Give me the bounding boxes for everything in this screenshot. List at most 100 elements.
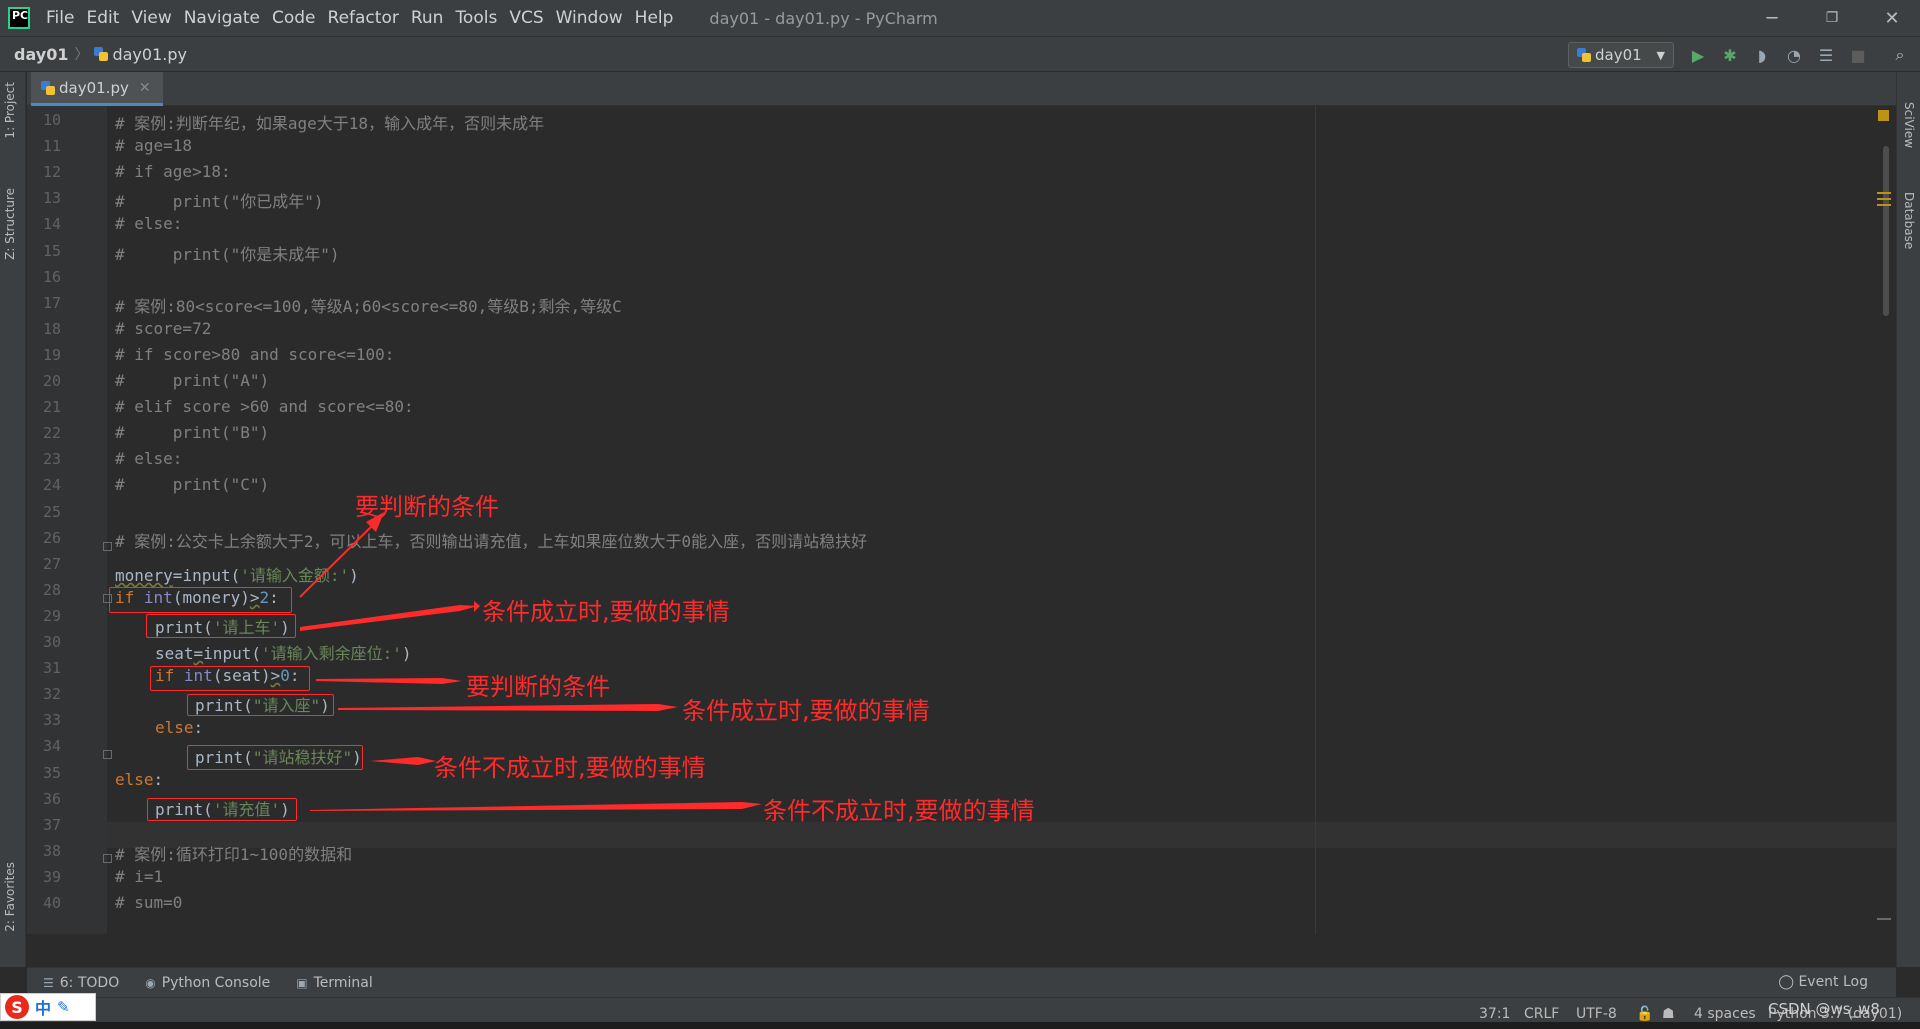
scroll-mark[interactable] (1877, 918, 1891, 920)
annotation-box-outer-false (147, 798, 297, 821)
fold-marker-icon[interactable] (103, 854, 112, 863)
minimize-button[interactable]: ─ (1744, 0, 1800, 36)
search-icon[interactable]: ⌕ (1890, 45, 1910, 65)
favorites-tool-tab[interactable]: 2: Favorites (3, 862, 17, 932)
python-icon (1577, 48, 1591, 62)
scroll-warning-mark[interactable] (1877, 204, 1891, 206)
line-number: 34 (42, 737, 61, 756)
line-number: 26 (42, 528, 61, 547)
line-number: 25 (42, 502, 61, 521)
python-console-tool-button[interactable]: ◉ Python Console (145, 975, 270, 991)
code-line: # print("B") (115, 423, 270, 443)
python-console-icon: ◉ (145, 975, 156, 990)
menu-window[interactable]: Window (550, 0, 629, 36)
code-line-30: seat=input('请输入剩余座位:') (155, 644, 412, 663)
line-number: 35 (42, 763, 61, 782)
menu-help[interactable]: Help (629, 0, 680, 36)
fold-marker-icon[interactable] (103, 750, 112, 759)
editor-tab-day01[interactable]: day01.py ✕ (31, 72, 163, 106)
fold-marker-icon[interactable] (103, 542, 112, 551)
run-icon[interactable]: ▶ (1688, 45, 1708, 65)
input-method-toolbar[interactable]: S 中 ✎ (0, 993, 96, 1021)
stop-icon[interactable]: ■ (1848, 45, 1868, 65)
line-number: 30 (42, 633, 61, 651)
concurrency-icon[interactable]: ☰ (1816, 45, 1836, 65)
line-number: 10 (42, 111, 61, 129)
inspection-status-icon[interactable] (1878, 110, 1889, 121)
left-tool-strip: 1: Project Z: Structure 2: Favorites (0, 72, 26, 967)
structure-tool-tab[interactable]: Z: Structure (3, 188, 17, 260)
database-tool-tab[interactable]: Database (1902, 192, 1916, 249)
breadcrumb-file-label: day01.py (112, 44, 187, 64)
readonly-lock-icon[interactable]: 🔓 (1636, 1006, 1653, 1022)
run-configuration-select[interactable]: day01 ▼ (1568, 42, 1674, 68)
title-bar: PC File Edit View Navigate Code Refactor… (0, 0, 1920, 36)
code-line: # print("你是未成年") (115, 244, 340, 264)
debug-icon[interactable]: ✱ (1720, 45, 1740, 65)
window-title: day01 - day01.py - PyCharm (709, 8, 938, 28)
caret-position[interactable]: 37:1 (1479, 1006, 1510, 1022)
scroll-warning-mark[interactable] (1877, 198, 1891, 200)
editor-scrollbar-thumb[interactable] (1883, 146, 1889, 316)
right-margin-guide (1315, 106, 1316, 934)
terminal-tool-button[interactable]: ▣ Terminal (296, 975, 373, 991)
code-line: # print("C") (115, 475, 270, 495)
pycharm-logo-icon[interactable]: PC (8, 7, 30, 29)
annotation-label-inner-true: 条件成立时,要做的事情 (682, 697, 930, 725)
menu-refactor[interactable]: Refactor (322, 0, 405, 36)
code-line: # else: (115, 214, 183, 234)
line-number: 22 (42, 424, 61, 443)
close-tab-icon[interactable]: ✕ (139, 80, 151, 96)
ime-language-indicator[interactable]: 中 (35, 995, 51, 1019)
restore-button[interactable]: ❐ (1804, 0, 1860, 36)
code-line: # sum=0 (115, 893, 183, 912)
coverage-icon[interactable]: ◗ (1752, 45, 1772, 65)
code-line: # score=72 (115, 318, 212, 338)
code-line-35: else: (115, 770, 164, 789)
menu-view[interactable]: View (125, 0, 177, 36)
menu-navigate[interactable]: Navigate (178, 0, 266, 36)
profile-icon[interactable]: ◔ (1784, 45, 1804, 65)
taskbar-edge (0, 1022, 1920, 1029)
menu-file[interactable]: File (40, 0, 80, 36)
menu-vcs[interactable]: VCS (503, 0, 549, 36)
line-number: 24 (42, 476, 61, 495)
todo-tool-button[interactable]: ☰ 6: TODO (43, 975, 119, 991)
code-line: # if age>18: (115, 162, 231, 182)
sciview-tool-tab[interactable]: SciView (1902, 102, 1916, 148)
chevron-down-icon: ▼ (1656, 48, 1665, 62)
inspector-icon[interactable]: ☗ (1662, 1006, 1675, 1022)
line-separator[interactable]: CRLF (1524, 1006, 1559, 1022)
menu-edit[interactable]: Edit (80, 0, 125, 36)
menu-code[interactable]: Code (266, 0, 322, 36)
sogou-logo-icon: S (5, 995, 29, 1019)
breadcrumb-file[interactable]: day01.py (94, 45, 187, 64)
navigation-bar: day01 〉 day01.py day01 ▼ ▶ ✱ ◗ ◔ ☰ ■ ⌕ (0, 36, 1920, 72)
editor-tab-row: day01.py ✕ (27, 72, 1896, 106)
menu-tools[interactable]: Tools (449, 0, 503, 36)
menu-run[interactable]: Run (405, 0, 450, 36)
breadcrumb-project[interactable]: day01 (14, 45, 68, 64)
close-window-button[interactable]: ✕ (1864, 0, 1920, 36)
line-number: 38 (42, 841, 61, 860)
project-tool-tab[interactable]: 1: Project (3, 82, 17, 139)
scroll-warning-mark[interactable] (1877, 192, 1891, 194)
annotation-box-outer-true (146, 614, 296, 638)
handwriting-pen-icon[interactable]: ✎ (57, 998, 70, 1016)
line-number: 28 (42, 580, 61, 599)
line-number: 39 (42, 867, 61, 886)
file-encoding[interactable]: UTF-8 (1576, 1006, 1617, 1022)
annotation-label-outer-condition: 要判断的条件 (355, 493, 499, 521)
line-number: 21 (42, 398, 61, 417)
line-number: 31 (42, 659, 61, 678)
bottom-tool-bar: ☰ 6: TODO ◉ Python Console ▣ Terminal ◯ Eve… (27, 967, 1896, 997)
code-line: # if score>80 and score<=100: (115, 344, 395, 364)
line-number: 36 (42, 789, 61, 808)
csdn-watermark: CSDN @ws_w8 (1768, 1000, 1880, 1018)
indent-setting[interactable]: 4 spaces (1694, 1006, 1756, 1022)
event-log-button[interactable]: ◯ Event Log (1778, 974, 1868, 990)
line-number: 13 (42, 189, 61, 208)
code-line: # print("你已成年") (115, 192, 324, 212)
run-configuration-label: day01 (1595, 46, 1642, 64)
line-number: 11 (42, 137, 61, 156)
